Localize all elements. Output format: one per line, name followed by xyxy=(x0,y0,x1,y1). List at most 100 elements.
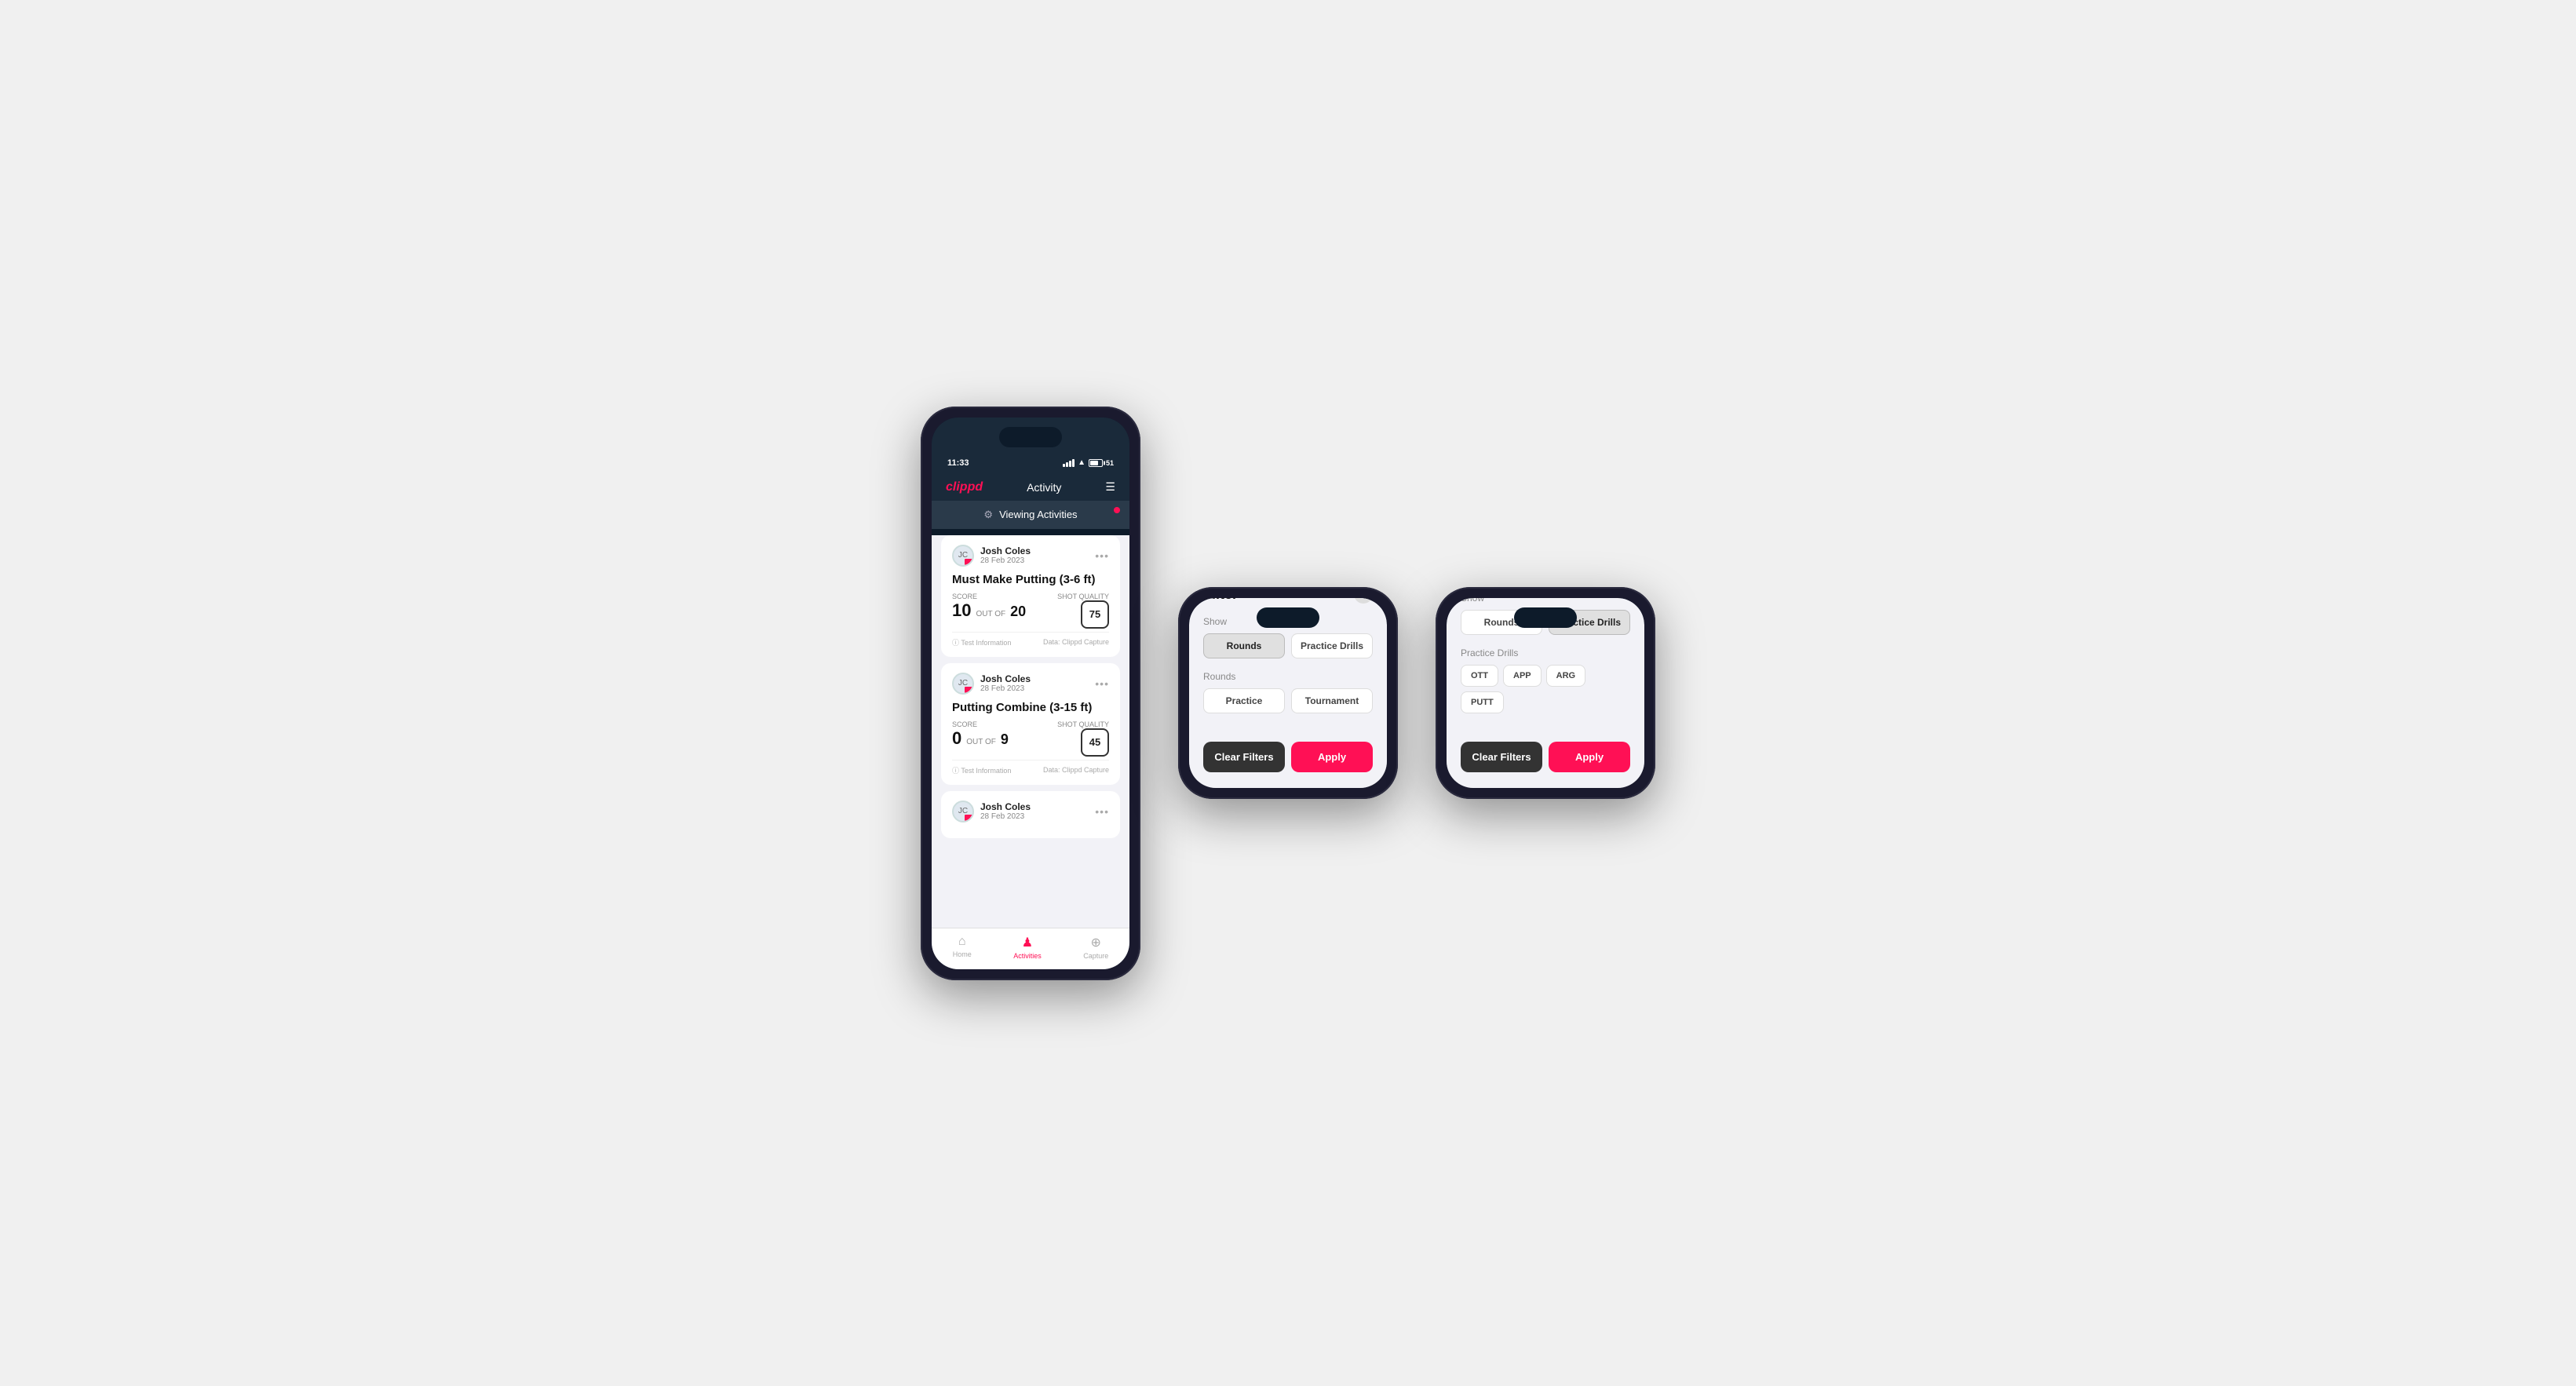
footer-right-1: Data: Clippd Capture xyxy=(1043,638,1109,646)
home-icon-1: ⌂ xyxy=(958,935,966,949)
activity-card-2: JC Josh Coles 28 Feb 2023 ••• Putting Co… xyxy=(941,663,1120,785)
rounds-label-2: Rounds xyxy=(1203,671,1373,682)
nav-home-1[interactable]: ⌂ Home xyxy=(953,935,972,960)
hamburger-menu-1[interactable]: ☰ xyxy=(1105,480,1115,494)
avatar-flag-1 xyxy=(965,559,972,565)
card-options-1[interactable]: ••• xyxy=(1095,549,1109,562)
user-info-1: JC Josh Coles 28 Feb 2023 xyxy=(952,545,1031,567)
activity-card-3: JC Josh Coles 28 Feb 2023 ••• xyxy=(941,791,1120,838)
footer-left-1: ⓘ Test Information xyxy=(952,637,1011,647)
filter-rounds-btn-2[interactable]: Rounds xyxy=(1203,633,1285,658)
tournament-btn-2[interactable]: Tournament xyxy=(1291,688,1373,713)
phone-filter-drills: 11:33 ▲ 51 clippd xyxy=(1436,587,1655,799)
out-of-1: OUT OF xyxy=(976,610,1005,618)
activities-icon-1: ♟ xyxy=(1022,935,1033,950)
activity-card-1: JC Josh Coles 28 Feb 2023 ••• Must Make … xyxy=(941,535,1120,657)
show-label-3: Show xyxy=(1461,598,1630,604)
drills-tag-row-3: OTT APP ARG PUTT xyxy=(1461,665,1630,713)
out-of-2: OUT OF xyxy=(966,738,996,746)
capture-icon-1: ⊕ xyxy=(1091,935,1101,950)
rounds-toggle-row-2: Practice Tournament xyxy=(1203,688,1373,713)
practice-btn-2[interactable]: Practice xyxy=(1203,688,1285,713)
footer-left-2: ⓘ Test Information xyxy=(952,765,1011,775)
app-btn-3[interactable]: APP xyxy=(1503,665,1542,687)
user-date-2: 28 Feb 2023 xyxy=(980,684,1031,693)
battery-level-1: 51 xyxy=(1106,459,1114,467)
card-header-2: JC Josh Coles 28 Feb 2023 ••• xyxy=(952,673,1109,695)
quality-badge-1: 75 xyxy=(1081,600,1109,629)
score-label-2: Score xyxy=(952,720,1009,728)
clear-filters-btn-2[interactable]: Clear Filters xyxy=(1203,742,1285,772)
card-options-3[interactable]: ••• xyxy=(1095,805,1109,818)
avatar-2: JC xyxy=(952,673,974,695)
drills-label-3: Practice Drills xyxy=(1461,647,1630,658)
filter-icon-1: ⚙ xyxy=(983,509,993,521)
dynamic-island xyxy=(999,427,1062,447)
card-title-2: Putting Combine (3-15 ft) xyxy=(952,701,1109,714)
filter-content-2: Show Rounds Practice Drills Rounds Pract… xyxy=(1189,610,1387,732)
footer-right-2: Data: Clippd Capture xyxy=(1043,766,1109,774)
score-value-2: 0 xyxy=(952,728,961,749)
user-date-3: 28 Feb 2023 xyxy=(980,812,1031,821)
ott-btn-3[interactable]: OTT xyxy=(1461,665,1498,687)
avatar-1: JC xyxy=(952,545,974,567)
user-name-1: Josh Coles xyxy=(980,545,1031,556)
shot-quality-label-1: Shot Quality xyxy=(1057,593,1109,600)
user-name-3: Josh Coles xyxy=(980,801,1031,812)
nav-title-1: Activity xyxy=(1027,481,1061,494)
card-header-1: JC Josh Coles 28 Feb 2023 ••• xyxy=(952,545,1109,567)
phone-filter-rounds: 11:33 ▲ 51 clippd xyxy=(1178,587,1398,799)
avatar-flag-3 xyxy=(965,815,972,821)
user-name-2: Josh Coles xyxy=(980,673,1031,684)
close-icon-2: ✕ xyxy=(1359,598,1368,600)
quality-badge-2: 45 xyxy=(1081,728,1109,757)
score-value-1: 10 xyxy=(952,600,971,621)
stats-row-1: 10 OUT OF 20 xyxy=(952,600,1026,621)
avatar-flag-2 xyxy=(965,687,972,693)
card-options-2[interactable]: ••• xyxy=(1095,677,1109,690)
score-label-1: Score xyxy=(952,593,1026,600)
shots-value-1: 20 xyxy=(1010,604,1026,620)
viewing-dot-1 xyxy=(1114,507,1120,513)
user-info-3: JC Josh Coles 28 Feb 2023 xyxy=(952,801,1031,822)
shots-value-2: 9 xyxy=(1001,731,1009,748)
nav-capture-label-1: Capture xyxy=(1083,952,1108,960)
scene: 11:33 ▲ 51 clippd xyxy=(889,359,1687,1027)
arg-btn-3[interactable]: ARG xyxy=(1546,665,1585,687)
phone-activity-list: 11:33 ▲ 51 clippd xyxy=(921,407,1140,980)
dynamic-island-3 xyxy=(1514,607,1577,628)
card-footer-2: ⓘ Test Information Data: Clippd Capture xyxy=(952,760,1109,775)
user-info-2: JC Josh Coles 28 Feb 2023 xyxy=(952,673,1031,695)
viewing-bar-1[interactable]: ⚙ Viewing Activities xyxy=(932,501,1129,529)
nav-activities-label-1: Activities xyxy=(1013,952,1042,960)
dynamic-island-2 xyxy=(1257,607,1319,628)
bottom-nav-1: ⌂ Home ♟ Activities ⊕ Capture xyxy=(932,928,1129,969)
filter-close-2[interactable]: ✕ xyxy=(1354,598,1373,604)
user-date-1: 28 Feb 2023 xyxy=(980,556,1031,565)
avatar-3: JC xyxy=(952,801,974,822)
time-1: 11:33 xyxy=(947,458,969,468)
nav-home-label-1: Home xyxy=(953,950,972,958)
stats-row-2: 0 OUT OF 9 xyxy=(952,728,1009,749)
sheet-actions-3: Clear Filters Apply xyxy=(1447,732,1644,772)
show-toggle-row-2: Rounds Practice Drills xyxy=(1203,633,1373,658)
shot-quality-label-2: Shot Quality xyxy=(1057,720,1109,728)
nav-bar-1: clippd Activity ☰ xyxy=(932,474,1129,501)
nav-capture-1[interactable]: ⊕ Capture xyxy=(1083,935,1108,960)
wifi-icon-1: ▲ xyxy=(1078,458,1085,467)
card-footer-1: ⓘ Test Information Data: Clippd Capture xyxy=(952,632,1109,647)
apply-btn-2[interactable]: Apply xyxy=(1291,742,1373,772)
activity-list-screen: JC Josh Coles 28 Feb 2023 ••• Must Make … xyxy=(932,535,1129,928)
filter-title-2: Filter xyxy=(1203,598,1238,603)
apply-btn-3[interactable]: Apply xyxy=(1549,742,1630,772)
card-title-1: Must Make Putting (3-6 ft) xyxy=(952,573,1109,586)
status-icons-1: ▲ 51 xyxy=(1063,458,1114,467)
clear-filters-btn-3[interactable]: Clear Filters xyxy=(1461,742,1542,772)
filter-practice-drills-btn-2[interactable]: Practice Drills xyxy=(1291,633,1373,658)
card-header-3: JC Josh Coles 28 Feb 2023 ••• xyxy=(952,801,1109,822)
logo-1: clippd xyxy=(946,480,983,494)
sheet-actions-2: Clear Filters Apply xyxy=(1189,732,1387,772)
putt-btn-3[interactable]: PUTT xyxy=(1461,691,1504,713)
battery-icon-1 xyxy=(1089,459,1103,467)
nav-activities-1[interactable]: ♟ Activities xyxy=(1013,935,1042,960)
